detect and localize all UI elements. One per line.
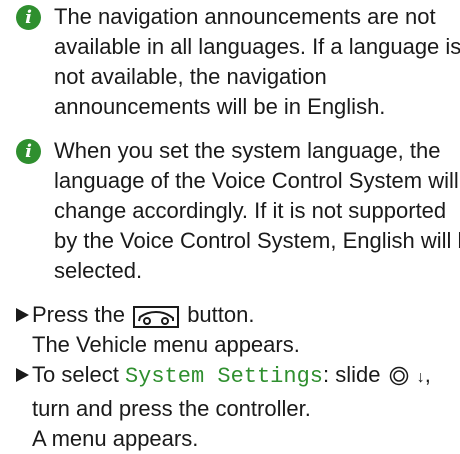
step-text: : slide [323,362,381,387]
note-line: change accordingly. If it is not support… [54,198,447,223]
step-instruction: Press the button. [8,300,456,330]
info-note-language: i When you set the system language, the … [8,136,460,286]
info-note-navigation: i The navigation announcements are not a… [8,2,460,122]
note-line: announcements will be in English. [54,94,386,119]
step-result: A menu appears. [32,426,199,451]
note-line: not available, the navigation [54,64,327,89]
step-text: To select [32,362,119,387]
note-line: language of the Voice Control System wil… [54,168,459,193]
note-line: available in all languages. If a languag… [54,34,460,59]
down-arrow-icon: ↓ [416,369,425,386]
step-text: Press the [32,302,125,327]
note-line: When you set the system language, the [54,138,441,163]
note-line: The navigation announcements are not [54,4,436,29]
step-select-system-settings: To select System Settings: slide ↓, turn… [8,360,456,454]
step-instruction: To select System Settings: slide ↓, [8,360,456,394]
manual-page: i The navigation announcements are not a… [0,0,460,451]
note-line: selected. [54,258,143,283]
info-icon: i [16,139,41,164]
step-arrow-icon [16,368,29,382]
step-result: The Vehicle menu appears. [32,332,300,357]
controller-icon [389,364,409,394]
step-instruction-line2: turn and press the controller. [32,396,311,421]
info-icon: i [16,5,41,30]
step-arrow-icon [16,308,29,322]
step-press-button: Press the button. The Vehicle menu appea… [8,300,456,360]
menu-item-highlight: System Settings [124,364,323,389]
step-text: button. [187,302,255,327]
car-button-icon [133,306,180,328]
step-text: , [424,362,431,387]
note-line: by the Voice Control System, English wil… [54,228,460,253]
